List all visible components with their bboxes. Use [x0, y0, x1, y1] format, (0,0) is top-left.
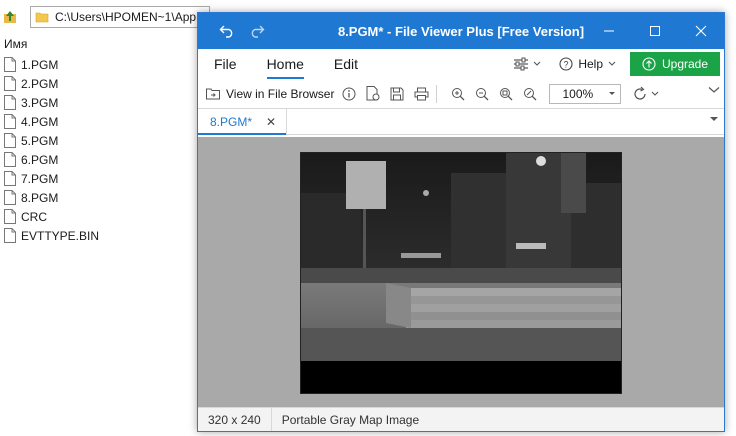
ribbon-toolbar: View in File Browser 100% [198, 79, 724, 109]
file-list-item[interactable]: 2.PGM [4, 74, 99, 93]
file-viewer-window: 8.PGM* - File Viewer Plus [Free Version]… [197, 12, 725, 432]
document-tab-strip: 8.PGM* ✕ [198, 109, 724, 135]
settings-menu-button[interactable] [513, 57, 541, 71]
file-type: Portable Gray Map Image [270, 407, 429, 431]
title-bar[interactable]: 8.PGM* - File Viewer Plus [Free Version] [198, 13, 724, 49]
file-name: 3.PGM [21, 95, 59, 110]
print-icon[interactable] [412, 85, 430, 103]
svg-text:?: ? [564, 60, 569, 70]
file-list-item[interactable]: 4.PGM [4, 112, 99, 131]
upgrade-label: Upgrade [661, 57, 709, 71]
toolbar-divider [436, 84, 438, 103]
file-list-item[interactable]: 3.PGM [4, 93, 99, 112]
file-icon [4, 171, 16, 186]
address-field[interactable]: C:\Users\HPOMEN~1\AppI [30, 6, 210, 28]
zoom-fit-icon[interactable] [497, 85, 515, 103]
file-list-item[interactable]: 1.PGM [4, 55, 99, 74]
zoom-out-icon[interactable] [473, 85, 491, 103]
file-list-item[interactable]: EVTTYPE.BIN [4, 226, 99, 245]
tab-edit[interactable]: Edit [334, 49, 358, 79]
file-list: 1.PGM 2.PGM 3.PGM 4.PGM 5.PGM 6.PGM 7.PG… [4, 55, 99, 245]
file-list-item[interactable]: 7.PGM [4, 169, 99, 188]
file-name: 7.PGM [21, 171, 59, 186]
chevron-down-icon [608, 61, 616, 66]
file-icon [4, 152, 16, 167]
file-properties-icon[interactable] [364, 85, 382, 103]
folder-arrow-icon [206, 88, 220, 99]
file-icon [4, 57, 16, 72]
close-button[interactable] [678, 13, 724, 49]
view-in-file-browser-label: View in File Browser [226, 86, 335, 101]
help-icon: ? [559, 57, 573, 71]
rotate-icon[interactable] [631, 85, 649, 103]
column-header-name[interactable]: Имя [4, 37, 27, 51]
file-name: 8.PGM [21, 190, 59, 205]
file-icon [4, 114, 16, 129]
tab-home[interactable]: Home [266, 49, 305, 79]
file-name: EVTTYPE.BIN [21, 228, 100, 243]
ribbon-tab-bar: File Home Edit ? Help Upgrade [198, 49, 724, 79]
file-icon [4, 228, 16, 243]
zoom-select[interactable]: 100% [549, 83, 622, 104]
file-icon [4, 76, 16, 91]
file-name: 1.PGM [21, 57, 59, 72]
sliders-icon [514, 57, 529, 71]
folder-icon [35, 12, 49, 23]
info-icon[interactable] [340, 85, 358, 103]
file-icon [4, 209, 16, 224]
file-icon [4, 95, 16, 110]
zoom-actual-size-icon[interactable] [521, 85, 539, 103]
collapse-ribbon-icon[interactable] [708, 86, 720, 94]
zoom-in-icon[interactable] [449, 85, 467, 103]
zoom-value: 100% [562, 86, 594, 101]
image-canvas[interactable] [198, 137, 724, 409]
upgrade-button[interactable]: Upgrade [630, 52, 720, 76]
file-name: 2.PGM [21, 76, 59, 91]
file-icon [4, 133, 16, 148]
view-in-file-browser-button[interactable]: View in File Browser [206, 83, 334, 105]
address-path: C:\Users\HPOMEN~1\AppI [55, 10, 200, 24]
file-list-item[interactable]: CRC [4, 207, 99, 226]
address-bar: C:\Users\HPOMEN~1\AppI [0, 6, 210, 28]
minimize-button[interactable] [586, 13, 632, 49]
file-list-item[interactable]: 8.PGM [4, 188, 99, 207]
status-bar: 320 x 240 Portable Gray Map Image [198, 407, 724, 431]
file-name: 5.PGM [21, 133, 59, 148]
tab-list-dropdown-icon[interactable] [710, 117, 718, 122]
upgrade-arrow-icon [642, 57, 656, 71]
tab-file[interactable]: File [214, 49, 237, 79]
save-icon[interactable] [388, 85, 406, 103]
file-name: 6.PGM [21, 152, 59, 167]
up-folder-icon[interactable] [0, 7, 20, 27]
file-list-item[interactable]: 5.PGM [4, 131, 99, 150]
redo-icon[interactable] [248, 22, 266, 40]
pgm-image-preview [300, 152, 622, 394]
document-tab[interactable]: 8.PGM* ✕ [198, 109, 288, 135]
close-tab-icon[interactable]: ✕ [266, 115, 276, 129]
image-dimensions: 320 x 240 [208, 412, 261, 427]
chevron-down-icon [533, 61, 541, 66]
help-menu-button[interactable]: ? Help [559, 57, 616, 71]
document-tab-label: 8.PGM* [210, 114, 253, 129]
file-name: 4.PGM [21, 114, 59, 129]
file-list-item[interactable]: 6.PGM [4, 150, 99, 169]
file-name: CRC [21, 209, 47, 224]
chevron-down-icon[interactable] [651, 91, 659, 97]
undo-icon[interactable] [218, 22, 236, 40]
help-label: Help [578, 57, 603, 71]
maximize-button[interactable] [632, 13, 678, 49]
file-icon [4, 190, 16, 205]
chevron-down-icon [609, 91, 616, 95]
